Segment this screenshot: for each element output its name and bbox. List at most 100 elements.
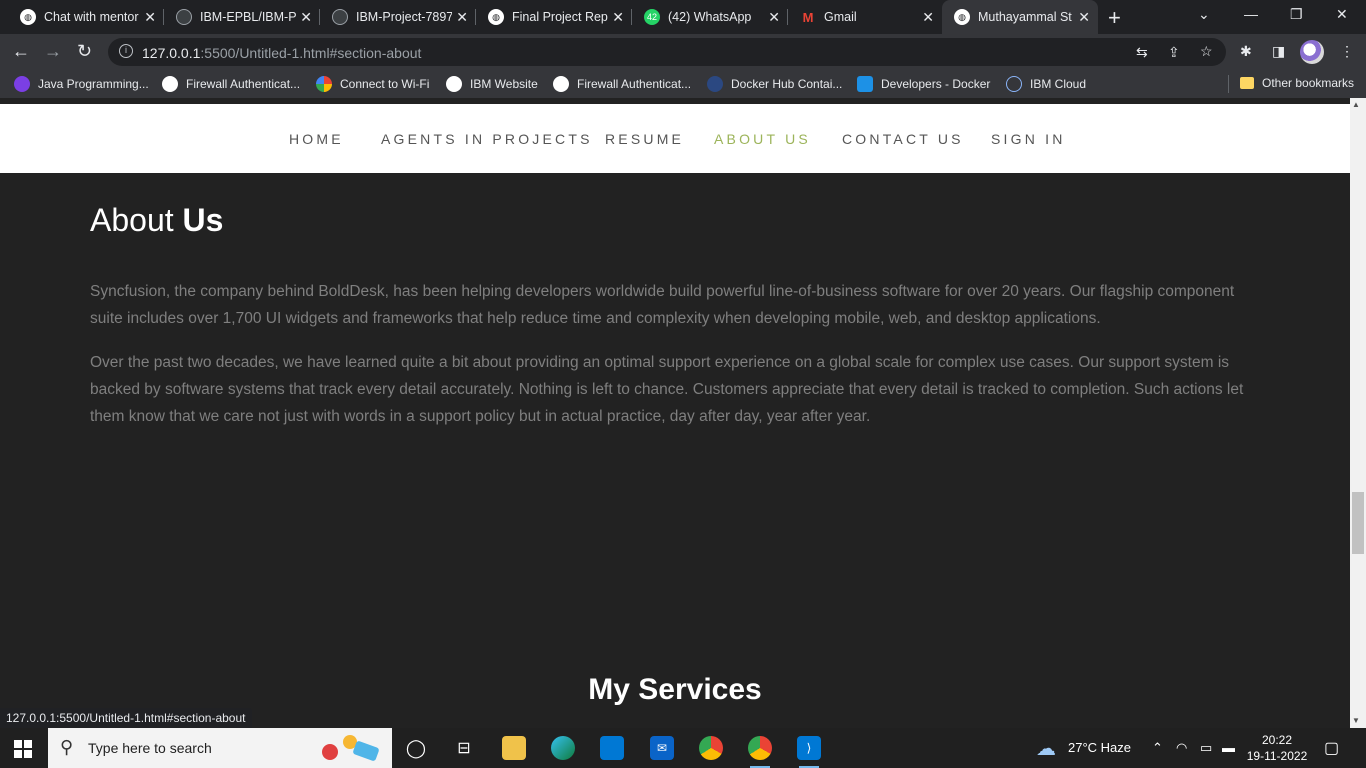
bookmark-item[interactable]: Firewall Authenticat...	[162, 76, 300, 92]
globe-icon: ◍	[954, 9, 970, 25]
back-icon[interactable]: ←	[12, 41, 30, 62]
purple-icon	[14, 76, 30, 92]
task-view-icon[interactable]: ◯	[404, 736, 428, 760]
bookmark-item[interactable]: Developers - Docker	[857, 76, 990, 92]
profile-avatar[interactable]	[1300, 40, 1324, 64]
url-text[interactable]: 127.0.0.1:5500/Untitled-1.html#section-a…	[142, 45, 421, 61]
share-icon[interactable]: ⇪	[1168, 44, 1180, 61]
gmail-icon: M	[802, 9, 814, 25]
nav-contact-us[interactable]: CONTACT US	[842, 131, 964, 147]
tab-whatsapp[interactable]: 42 (42) WhatsApp ✕	[632, 0, 788, 34]
tab-gmail[interactable]: M Gmail ✕	[788, 0, 942, 34]
windows-start-icon[interactable]	[14, 740, 32, 758]
bookmark-item[interactable]: IBM Website	[446, 76, 538, 92]
tab-strip: ◍ Chat with mentor ✕ IBM-EPBL/IBM-Pr ✕ I…	[0, 0, 1366, 34]
reload-icon[interactable]: ↻	[77, 41, 92, 62]
scrollbar-track[interactable]	[1350, 98, 1366, 728]
other-bookmarks-folder[interactable]: Other bookmarks	[1240, 76, 1354, 90]
bookmark-star-icon[interactable]: ☆	[1200, 43, 1213, 60]
tab-search-icon[interactable]: ⌄	[1198, 6, 1210, 23]
close-tab-icon[interactable]: ✕	[300, 9, 312, 26]
store-icon[interactable]	[600, 736, 624, 760]
edge-icon[interactable]	[551, 736, 575, 760]
weather-text[interactable]: 27°C Haze	[1068, 740, 1131, 755]
tab-final-project[interactable]: ◍ Final Project Rep ✕	[476, 0, 632, 34]
site-navbar: HOME AGENTS IN PROJECTS RESUME ABOUT US …	[0, 104, 1350, 173]
globe-icon: ◍	[20, 9, 36, 25]
clock-date: 19-11-2022	[1246, 749, 1308, 763]
nav-resume[interactable]: RESUME	[605, 131, 684, 147]
chrome-active-icon[interactable]	[748, 736, 772, 768]
bookmark-item[interactable]: Firewall Authenticat...	[553, 76, 691, 92]
close-window-icon[interactable]: ✕	[1336, 6, 1348, 23]
new-tab-button[interactable]: +	[1108, 5, 1121, 31]
translate-icon[interactable]: ⇆	[1136, 44, 1148, 61]
display-icon[interactable]: ▭	[1200, 740, 1212, 756]
tab-chat-with-mentor[interactable]: ◍ Chat with mentor ✕	[8, 0, 164, 34]
bookmarks-divider	[1228, 75, 1229, 93]
google-icon	[316, 76, 332, 92]
bookmark-item[interactable]: Java Programming...	[14, 76, 149, 92]
about-heading: About Us	[90, 202, 224, 238]
tab-muthayammal-active[interactable]: ◍ Muthayammal St ✕	[942, 0, 1098, 34]
clock-time: 20:22	[1261, 733, 1293, 747]
close-tab-icon[interactable]: ✕	[922, 9, 934, 26]
mail-icon[interactable]: ✉	[650, 736, 674, 760]
taskbar-search-box[interactable]: ⚲ Type here to search	[48, 728, 392, 768]
nav-sign-in[interactable]: SIGN IN	[991, 131, 1066, 147]
side-panel-icon[interactable]: ◨	[1272, 43, 1285, 60]
wifi-icon[interactable]: ◠	[1176, 740, 1187, 756]
site-info-icon[interactable]: i	[119, 44, 133, 58]
taskbar-clock[interactable]: 20:22 19-11-2022	[1242, 732, 1312, 764]
windows-taskbar: ⚲ Type here to search ◯ ⊟ ✉ ⟩ ☁ 27°C Haz…	[0, 728, 1366, 768]
globe-icon	[162, 76, 178, 92]
vscode-icon[interactable]: ⟩	[797, 736, 821, 768]
widgets-icon[interactable]: ⊟	[452, 736, 476, 760]
address-bar[interactable]: i 127.0.0.1:5500/Untitled-1.html#section…	[108, 38, 1226, 66]
globe-icon: ◍	[488, 9, 504, 25]
close-tab-icon[interactable]: ✕	[144, 9, 156, 26]
close-tab-icon[interactable]: ✕	[456, 9, 468, 26]
nav-about-us[interactable]: ABOUT US	[714, 131, 811, 147]
close-tab-icon[interactable]: ✕	[1078, 9, 1090, 26]
minimize-icon[interactable]: —	[1244, 6, 1258, 22]
battery-icon[interactable]: ▬	[1222, 740, 1235, 755]
tab-ibm-epbl[interactable]: IBM-EPBL/IBM-Pr ✕	[164, 0, 320, 34]
nav-agents-in-projects[interactable]: AGENTS IN PROJECTS	[381, 131, 593, 147]
link-status-bubble: 127.0.0.1:5500/Untitled-1.html#section-a…	[0, 708, 252, 728]
close-tab-icon[interactable]: ✕	[768, 9, 780, 26]
docker-icon	[707, 76, 723, 92]
file-explorer-icon[interactable]	[502, 736, 526, 760]
browser-toolbar: ← → ↻ i 127.0.0.1:5500/Untitled-1.html#s…	[0, 34, 1366, 70]
whatsapp-icon: 42	[644, 9, 660, 25]
scroll-up-icon[interactable]: ▲	[1352, 100, 1360, 109]
bookmark-item[interactable]: IBM Cloud	[1006, 76, 1086, 92]
about-paragraph-2: Over the past two decades, we have learn…	[90, 354, 1244, 425]
bookmark-item[interactable]: Docker Hub Contai...	[707, 76, 842, 92]
extensions-icon[interactable]: ✱	[1240, 43, 1252, 60]
chrome-icon[interactable]	[699, 736, 723, 760]
globe-icon	[446, 76, 462, 92]
scrollbar-thumb[interactable]	[1352, 492, 1364, 554]
github-icon	[332, 9, 348, 25]
weather-icon[interactable]: ☁	[1036, 736, 1056, 761]
notification-icon[interactable]: ▢	[1324, 738, 1339, 758]
search-icon: ⚲	[60, 737, 74, 757]
scroll-down-icon[interactable]: ▼	[1352, 716, 1360, 725]
globe-icon	[553, 76, 569, 92]
bookmark-item[interactable]: Connect to Wi-Fi	[316, 76, 429, 92]
cloud-icon	[1006, 76, 1022, 92]
nav-home[interactable]: HOME	[289, 131, 344, 147]
menu-icon[interactable]: ⋮	[1340, 43, 1354, 60]
github-icon	[176, 9, 192, 25]
services-heading: My Services	[588, 673, 762, 706]
search-highlight-illustration-icon	[322, 735, 379, 761]
close-tab-icon[interactable]: ✕	[612, 9, 624, 26]
tab-ibm-project[interactable]: IBM-Project-7897 ✕	[320, 0, 476, 34]
forward-icon[interactable]: →	[44, 41, 62, 62]
bookmarks-bar: Java Programming... Firewall Authenticat…	[0, 70, 1366, 98]
tray-chevron-icon[interactable]: ⌃	[1152, 740, 1163, 756]
restore-icon[interactable]: ❐	[1290, 6, 1303, 23]
folder-icon	[1240, 77, 1254, 89]
about-paragraph-1: Syncfusion, the company behind BoldDesk,…	[90, 283, 1235, 327]
